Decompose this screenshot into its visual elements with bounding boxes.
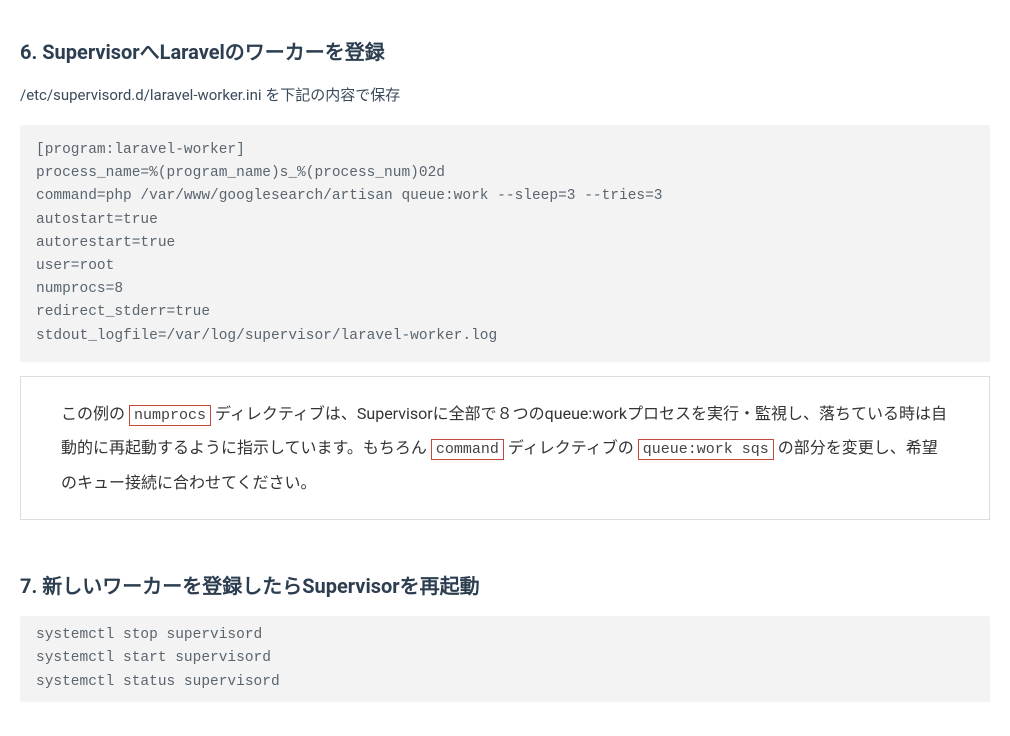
quote-text: ディレクティブの bbox=[508, 438, 634, 457]
systemctl-code: systemctl stop supervisord systemctl sta… bbox=[20, 616, 990, 702]
inline-code-queue-work-sqs: queue:work sqs bbox=[638, 439, 774, 460]
inline-code-command: command bbox=[431, 439, 504, 460]
quote-text: この例の bbox=[61, 404, 125, 423]
laravel-worker-ini-code: [program:laravel-worker] process_name=%(… bbox=[20, 125, 990, 362]
section-6-heading: 6. SupervisorへLaravelのワーカーを登録 bbox=[20, 36, 990, 68]
inline-code-numprocs: numprocs bbox=[129, 405, 211, 426]
supervisor-quote: この例の numprocs ディレクティブは、Supervisorに全部で８つの… bbox=[20, 376, 990, 521]
section-6-intro: /etc/supervisord.d/laravel-worker.ini を下… bbox=[20, 83, 990, 107]
section-7-heading: 7. 新しいワーカーを登録したらSupervisorを再起動 bbox=[20, 570, 990, 602]
